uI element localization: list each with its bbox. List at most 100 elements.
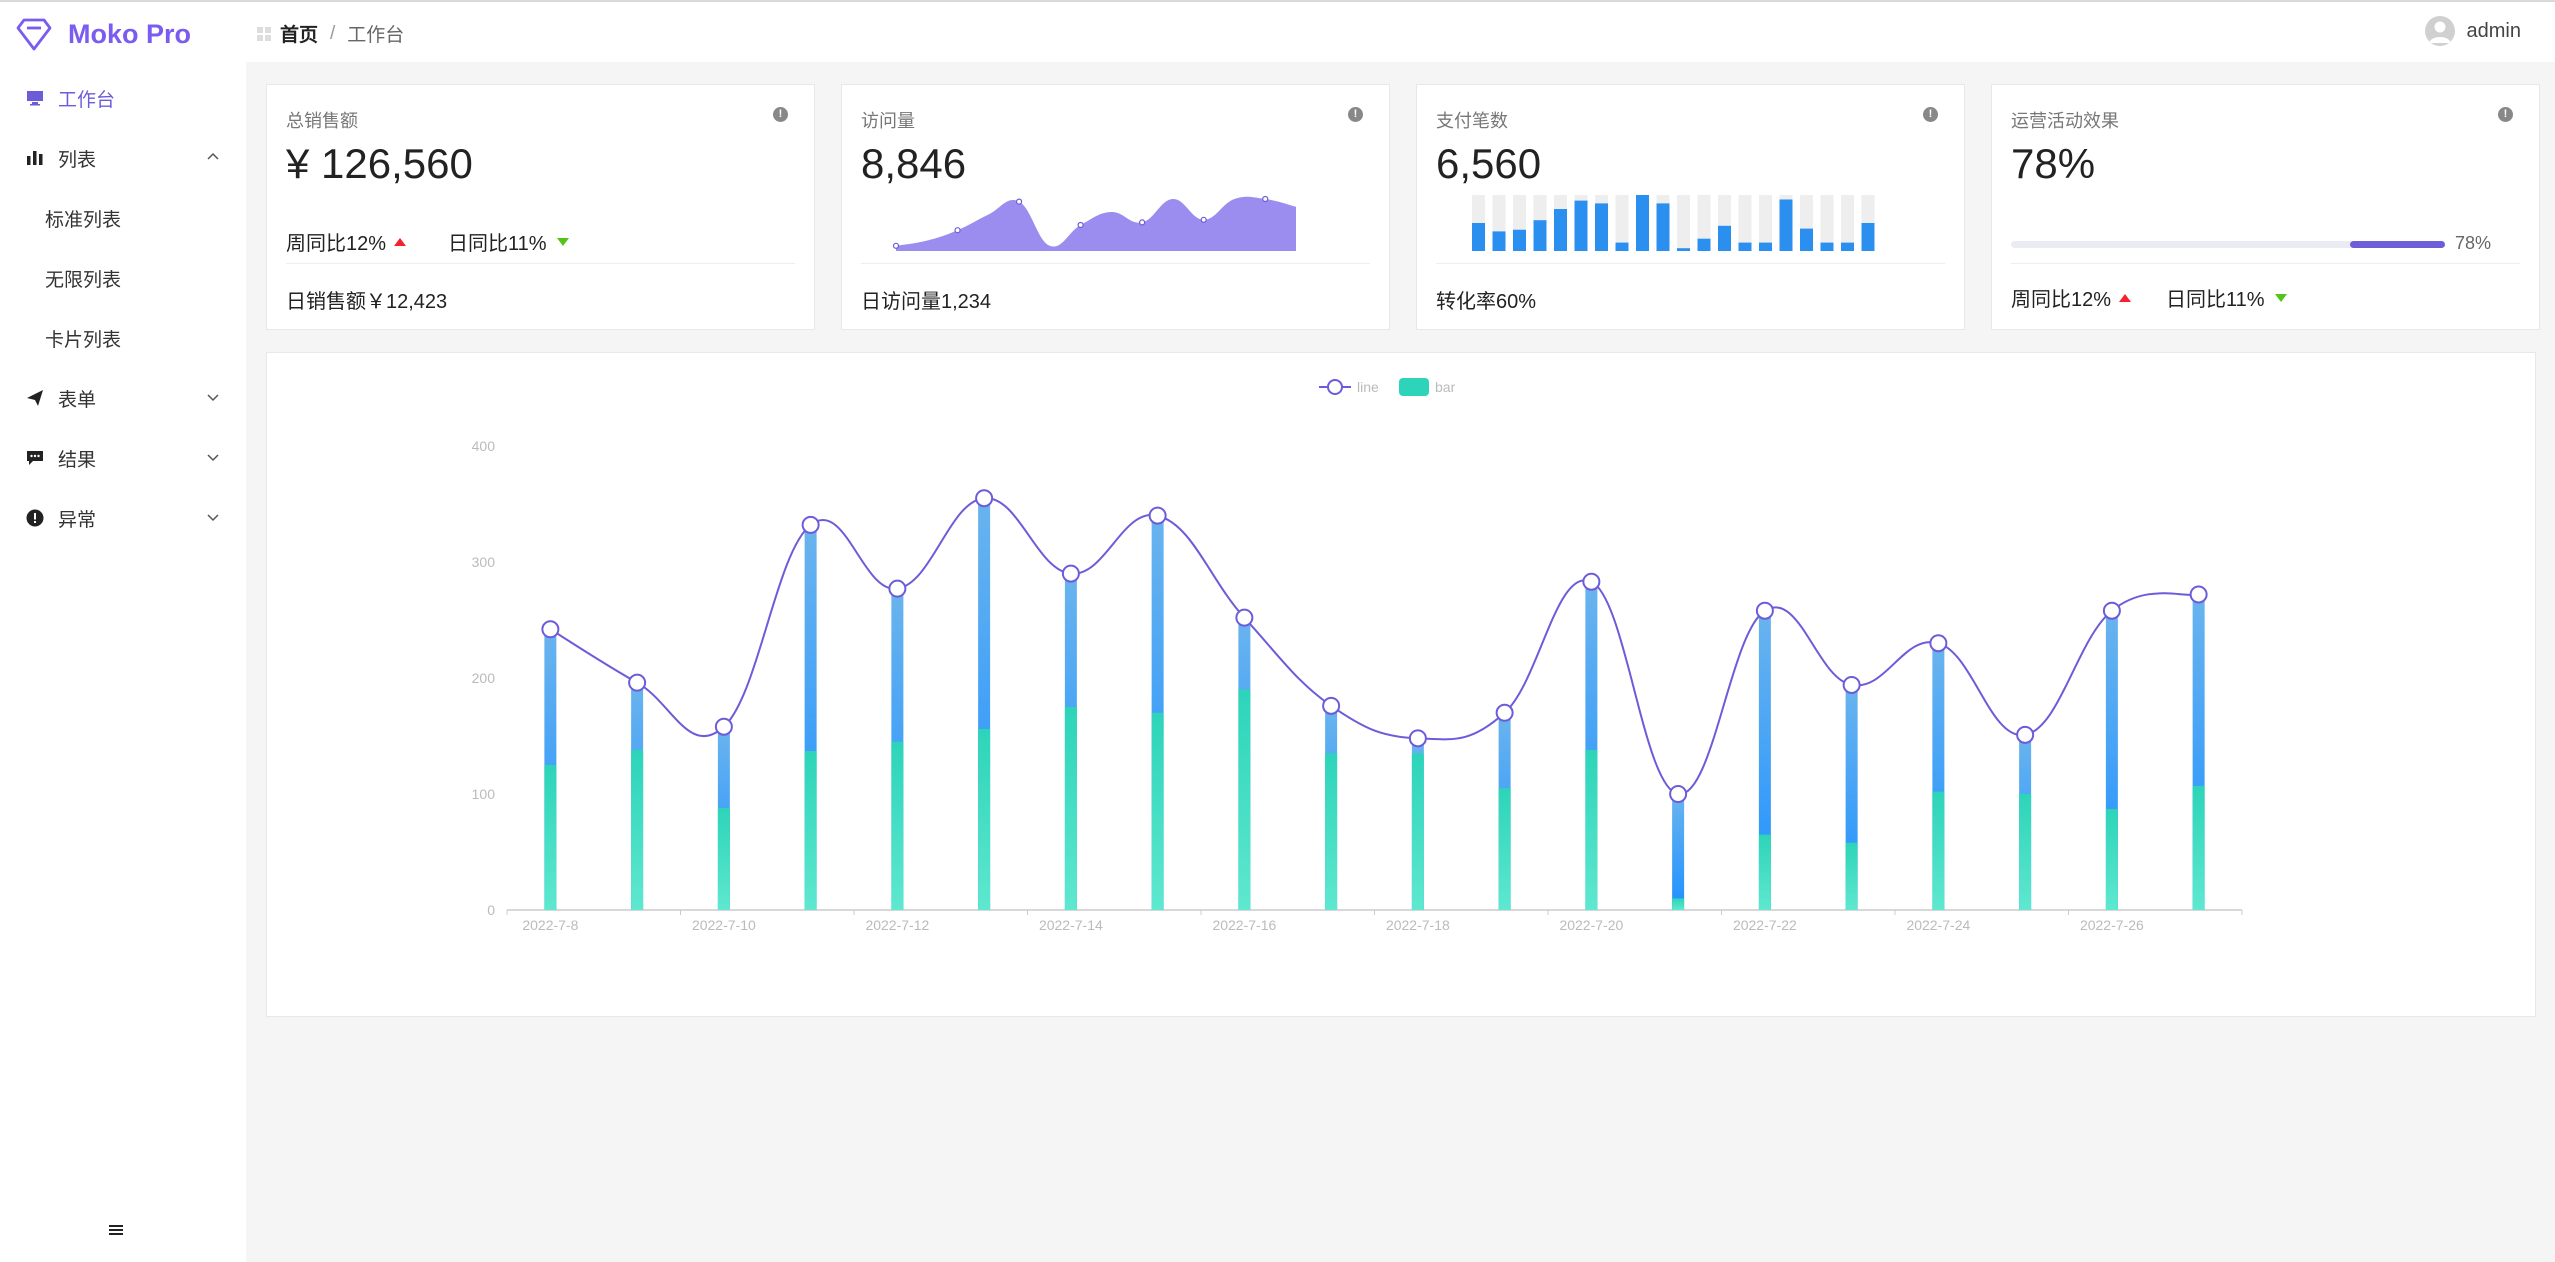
line-series-bar[interactable] <box>1672 794 1685 910</box>
line-point[interactable] <box>975 489 994 508</box>
line-point[interactable] <box>2102 601 2121 620</box>
line-point[interactable] <box>1408 729 1427 748</box>
trend-day-label: 日同比11% <box>448 233 547 255</box>
line-point[interactable] <box>1322 696 1341 715</box>
sidebar-item-exception[interactable]: 异常 <box>0 488 246 548</box>
minibar <box>1677 248 1690 251</box>
legend-label-line[interactable]: line <box>1357 379 1379 395</box>
line-point[interactable] <box>801 515 820 534</box>
minibar <box>1738 242 1752 251</box>
line-point[interactable] <box>1495 703 1514 722</box>
bar-series-bar[interactable] <box>544 765 557 910</box>
bar-series-bar[interactable] <box>1758 834 1771 910</box>
minibar <box>1513 229 1526 251</box>
bar-series-bar[interactable] <box>1672 898 1685 910</box>
bar-series-bar[interactable] <box>1325 753 1338 910</box>
bar-series-bar[interactable] <box>631 749 644 910</box>
card-footer: 日访问量1,234 <box>861 291 992 313</box>
line-point[interactable] <box>1755 601 1774 620</box>
line-point[interactable] <box>1669 785 1688 803</box>
minibar <box>1718 225 1731 251</box>
bar-series-bar[interactable] <box>1585 749 1598 910</box>
line-series-path <box>549 497 2199 796</box>
minibar <box>1533 220 1547 251</box>
stat-card-payments: 支付笔数 ! 6,560 转化率60% <box>1416 84 1965 330</box>
sidebar-item-infinite-list[interactable]: 无限列表 <box>0 248 246 308</box>
sparkline-point <box>1200 216 1207 223</box>
menu-collapse-button[interactable] <box>106 1222 126 1243</box>
sidebar-item-dashboard[interactable]: 工作台 <box>0 68 246 128</box>
bar-series-bar[interactable] <box>1845 842 1858 910</box>
sparkline-point <box>892 242 900 249</box>
sidebar-item-standard-list[interactable]: 标准列表 <box>0 188 246 248</box>
app-name: Moko Pro <box>68 18 192 49</box>
legend-bar-marker[interactable] <box>1399 378 1429 396</box>
x-tick-label: 2022-7-24 <box>1906 917 1970 933</box>
line-point[interactable] <box>1842 675 1861 694</box>
card-divider <box>286 263 795 264</box>
main-chart-card: 0 100 200 300 400 2022-7-8 2022-7-10 2022-7-12 2… <box>266 352 2536 1017</box>
minibar <box>1861 223 1875 251</box>
chevron-down-icon <box>207 514 219 522</box>
sidebar-item-form[interactable]: 表单 <box>0 368 246 428</box>
bar-series-bar[interactable] <box>978 729 991 910</box>
bar-series-bar[interactable] <box>1498 788 1511 910</box>
bar-series-bar[interactable] <box>1411 753 1424 910</box>
bar-series-bar[interactable] <box>1932 791 1945 910</box>
bar-series-bar[interactable] <box>1151 712 1164 910</box>
bar-series-bar[interactable] <box>804 751 817 910</box>
bar-series-bar[interactable] <box>717 807 730 910</box>
info-icon[interactable]: ! <box>1348 107 1363 122</box>
bar-series-bar[interactable] <box>2192 785 2205 910</box>
info-icon[interactable]: ! <box>1923 107 1938 122</box>
diamond-logo-icon <box>16 18 52 51</box>
info-icon[interactable]: ! <box>2498 107 2513 122</box>
bar-series-bar[interactable] <box>1064 707 1077 910</box>
line-point[interactable] <box>2016 725 2035 744</box>
info-icon[interactable]: ! <box>773 107 788 122</box>
legend-label-bar[interactable]: bar <box>1435 379 1456 395</box>
chevron-down-icon <box>207 394 219 402</box>
sidebar: Moko Pro 工作台 列表 标准列表 无限列表 卡片列表 表单 结果 异常 <box>0 2 246 1262</box>
home-grid-icon <box>257 26 271 41</box>
y-tick-label: 300 <box>472 554 496 570</box>
sparkline-point <box>954 227 961 234</box>
line-point[interactable] <box>628 673 647 692</box>
progress-fill <box>2349 241 2445 248</box>
line-point[interactable] <box>1148 506 1167 525</box>
send-icon <box>24 387 46 409</box>
line-point[interactable] <box>888 579 907 598</box>
warning-icon <box>24 507 46 529</box>
line-point[interactable] <box>1235 608 1254 627</box>
sparkline-point <box>1077 221 1084 229</box>
line-point[interactable] <box>1061 564 1080 583</box>
minibar <box>1595 203 1608 251</box>
minibar <box>1697 238 1711 251</box>
line-point[interactable] <box>1582 572 1601 591</box>
sidebar-item-card-list[interactable]: 卡片列表 <box>0 308 246 368</box>
user-menu[interactable]: admin <box>2424 16 2521 46</box>
card-footer: 转化率60% <box>1436 291 1537 313</box>
x-tick-label: 2022-7-12 <box>865 917 929 933</box>
minibar <box>1615 242 1629 251</box>
bar-series-bar[interactable] <box>1238 689 1251 910</box>
line-point[interactable] <box>714 717 733 736</box>
legend-line-circle[interactable] <box>1327 379 1343 395</box>
sidebar-item-label: 标准列表 <box>45 209 122 231</box>
logo[interactable]: Moko Pro <box>14 12 191 56</box>
trend-week-label: 周同比12% <box>2011 289 2112 311</box>
bar-series-bar[interactable] <box>891 741 904 910</box>
bar-series-bar[interactable] <box>2019 794 2032 910</box>
line-point[interactable] <box>1929 634 1948 653</box>
trend-up-icon <box>2119 293 2132 302</box>
line-point[interactable] <box>2189 585 2208 604</box>
bar-series-bar[interactable] <box>2105 809 2118 910</box>
stat-card-visits: 访问量 ! 8,846 日访问量1,234 <box>841 84 1390 330</box>
sidebar-item-result[interactable]: 结果 <box>0 428 246 488</box>
x-tick-label: 2022-7-14 <box>1039 917 1103 933</box>
sidebar-item-list[interactable]: 列表 <box>0 128 246 188</box>
trend-day: 日同比11% <box>448 227 569 256</box>
card-title: 运营活动效果 <box>2011 111 2119 131</box>
line-point[interactable] <box>541 620 560 639</box>
breadcrumb-home[interactable]: 首页 <box>280 20 318 47</box>
